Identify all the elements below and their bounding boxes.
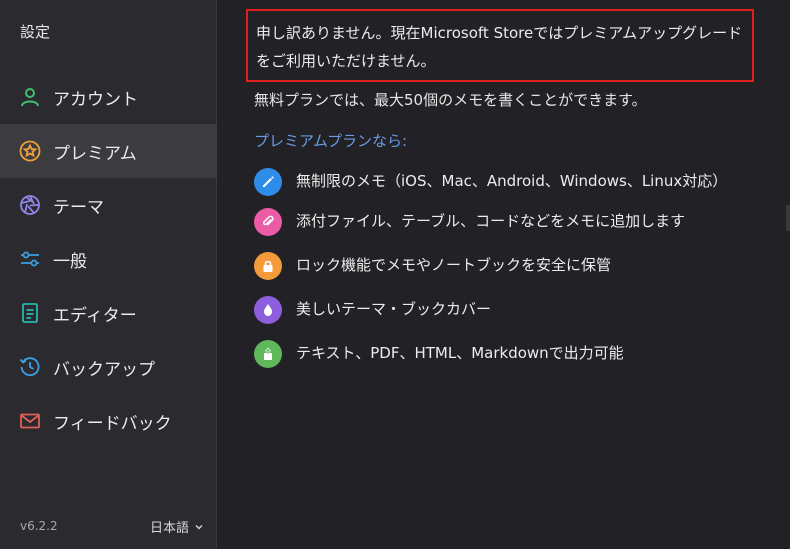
export-icon [254,340,282,368]
document-icon [19,302,41,324]
sidebar-item-label: 一般 [53,251,87,272]
feature-text: ロック機能でメモやノートブックを安全に保管 [296,256,612,274]
history-icon [19,356,41,378]
feature-item: テキスト、PDF、HTML、Markdownで出力可能 [254,340,754,368]
sidebar-item-label: プレミアム [53,143,137,164]
sidebar-item-label: テーマ [53,197,104,218]
premium-plan-heading: プレミアムプランなら: [254,132,408,150]
sidebar-title: 設定 [20,23,51,41]
mail-icon [19,410,41,432]
sidebar: 設定 アカウント プレミアム テーマ 一般 エディター バックアップ フィードバ… [0,0,217,549]
main-panel: 申し訳ありません。現在Microsoft Storeではプレミアムアップグレード… [218,0,790,549]
sidebar-item-editor[interactable]: エディター [0,286,217,340]
paperclip-icon [254,208,282,236]
sidebar-item-label: バックアップ [53,359,155,380]
premium-feature-list: 無制限のメモ（iOS、Mac、Android、Windows、Linux対応） … [254,168,754,384]
feature-item: 添付ファイル、テーブル、コードなどをメモに追加します [254,208,754,236]
sidebar-item-label: アカウント [53,89,138,110]
sidebar-item-label: フィードバック [53,413,172,434]
sidebar-item-premium[interactable]: プレミアム [0,124,217,178]
feature-text: テキスト、PDF、HTML、Markdownで出力可能 [296,344,624,362]
unavailable-notice: 申し訳ありません。現在Microsoft Storeではプレミアムアップグレード… [246,9,754,82]
feature-item: 無制限のメモ（iOS、Mac、Android、Windows、Linux対応） [254,168,754,196]
droplet-icon [254,296,282,324]
lock-icon [254,252,282,280]
premium-badge-icon [19,140,41,162]
chevron-down-icon [195,524,203,530]
sidebar-nav: アカウント プレミアム テーマ 一般 エディター バックアップ フィードバック [0,70,217,448]
free-plan-text: 無料プランでは、最大50個のメモを書くことができます。 [254,91,647,109]
feature-text: 無制限のメモ（iOS、Mac、Android、Windows、Linux対応） [296,172,728,190]
aperture-icon [19,194,41,216]
person-icon [19,86,41,108]
feature-text: 添付ファイル、テーブル、コードなどをメモに追加します [296,212,686,230]
version-label: v6.2.2 [20,519,58,533]
scrollbar[interactable] [786,205,790,231]
sidebar-item-account[interactable]: アカウント [0,70,217,124]
language-select[interactable]: 日本語 [150,517,204,536]
sidebar-item-feedback[interactable]: フィードバック [0,394,217,448]
sidebar-item-backup[interactable]: バックアップ [0,340,217,394]
sliders-icon [19,248,41,270]
sidebar-item-theme[interactable]: テーマ [0,178,217,232]
feature-item: 美しいテーマ・ブックカバー [254,296,754,324]
feature-text: 美しいテーマ・ブックカバー [296,300,492,318]
settings-window: 設定 アカウント プレミアム テーマ 一般 エディター バックアップ フィードバ… [0,0,790,549]
sidebar-item-general[interactable]: 一般 [0,232,217,286]
feature-item: ロック機能でメモやノートブックを安全に保管 [254,252,754,280]
sidebar-item-label: エディター [53,305,137,326]
pencil-icon [254,168,282,196]
language-label: 日本語 [149,521,189,536]
